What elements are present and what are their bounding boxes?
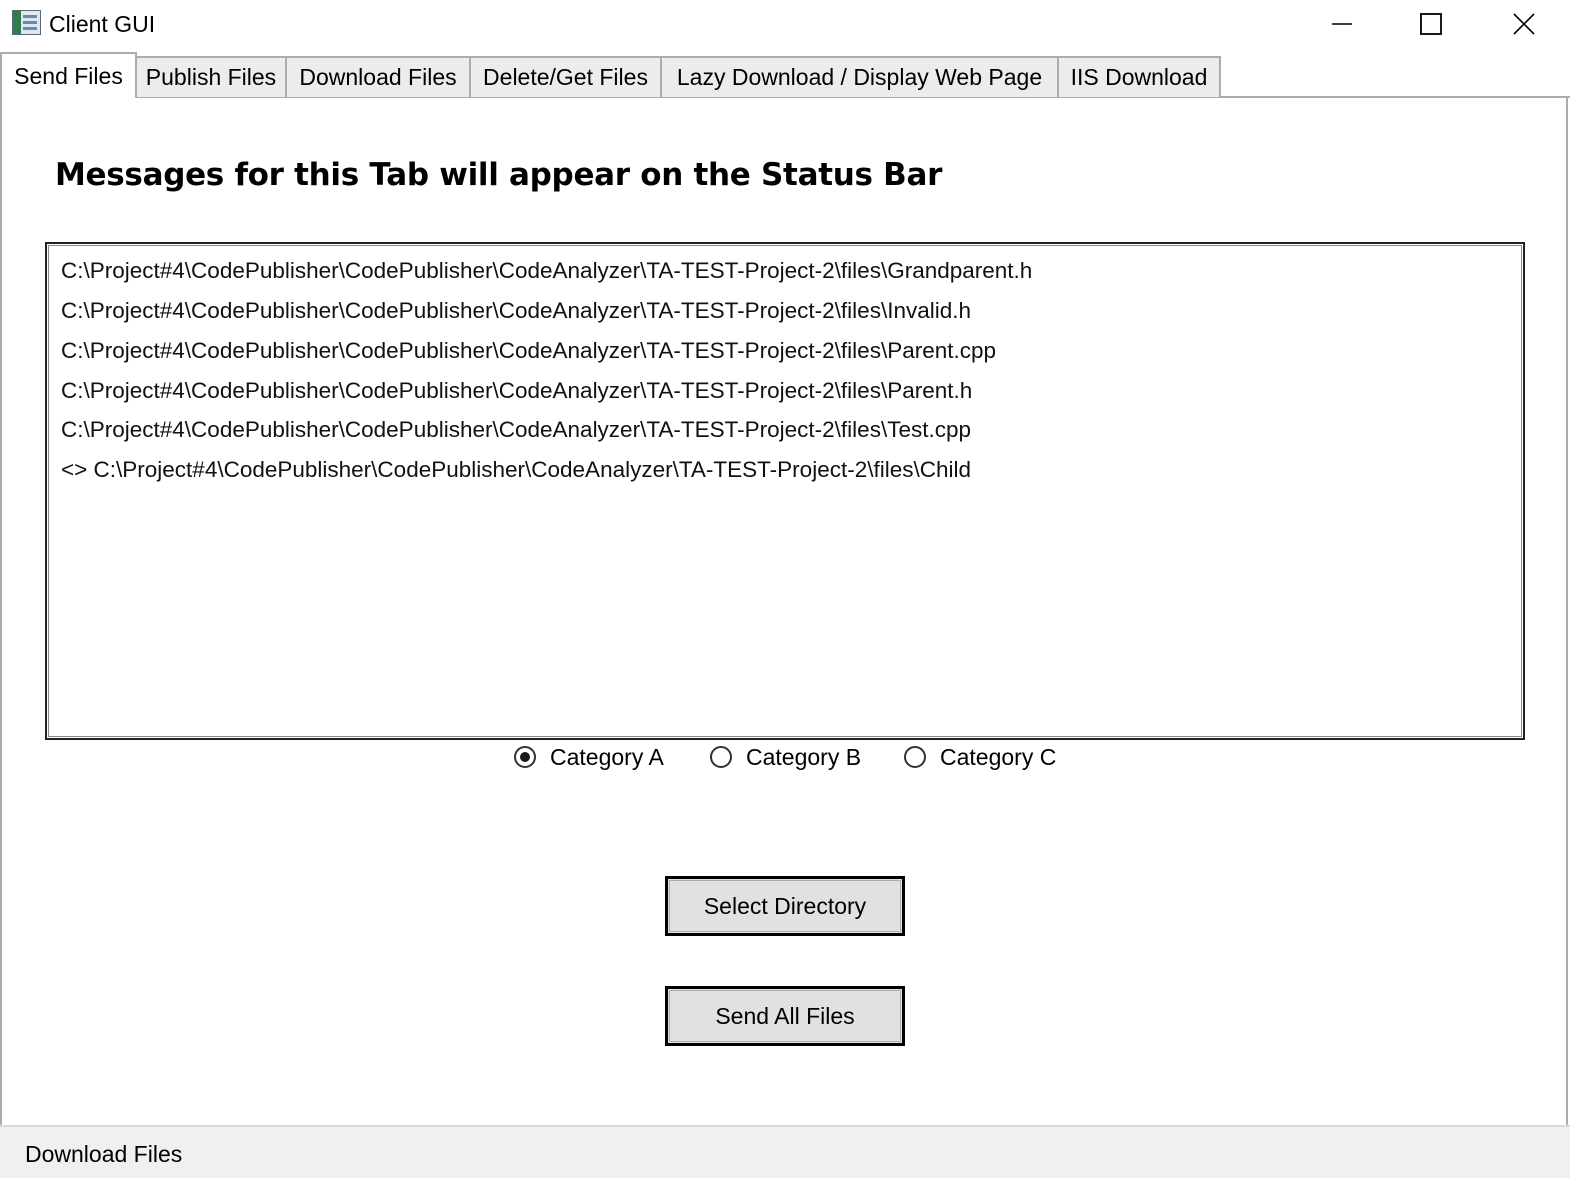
radio-category-a[interactable]: Category A — [514, 740, 664, 774]
close-icon — [1513, 13, 1535, 35]
tab-download-files[interactable]: Download Files — [285, 56, 471, 97]
list-item[interactable]: C:\Project#4\CodePublisher\CodePublisher… — [61, 331, 996, 371]
list-item[interactable]: C:\Project#4\CodePublisher\CodePublisher… — [61, 410, 971, 450]
radio-category-b[interactable]: Category B — [710, 740, 861, 774]
tab-delete-get-files[interactable]: Delete/Get Files — [469, 56, 662, 97]
select-directory-button[interactable]: Select Directory — [665, 876, 905, 936]
list-item[interactable]: <> C:\Project#4\CodePublisher\CodePublis… — [61, 450, 971, 490]
list-item[interactable]: C:\Project#4\CodePublisher\CodePublisher… — [61, 371, 972, 411]
close-button[interactable] — [1478, 0, 1570, 48]
minimize-button[interactable] — [1296, 0, 1388, 48]
file-listbox[interactable]: C:\Project#4\CodePublisher\CodePublisher… — [45, 242, 1525, 740]
send-all-files-button[interactable]: Send All Files — [665, 986, 905, 1046]
radio-unchecked-icon — [904, 746, 926, 768]
maximize-icon — [1420, 13, 1442, 35]
list-item[interactable]: C:\Project#4\CodePublisher\CodePublisher… — [61, 291, 971, 331]
status-text: Download Files — [25, 1141, 183, 1167]
radio-checked-icon — [514, 746, 536, 768]
radio-unchecked-icon — [710, 746, 732, 768]
radio-label: Category C — [940, 744, 1057, 770]
minimize-icon — [1332, 23, 1352, 25]
radio-label: Category A — [550, 744, 664, 770]
category-radio-group: Category A Category B Category C — [0, 740, 1570, 774]
radio-label: Category B — [746, 744, 862, 770]
maximize-button[interactable] — [1385, 0, 1477, 48]
app-window-icon — [12, 10, 41, 35]
tab-publish-files[interactable]: Publish Files — [135, 56, 287, 97]
tab-send-files[interactable]: Send Files — [0, 52, 137, 98]
tab-lazy-download[interactable]: Lazy Download / Display Web Page — [660, 56, 1059, 97]
window-title: Client GUI — [49, 11, 156, 37]
status-bar: Download Files — [0, 1125, 1570, 1178]
radio-category-c[interactable]: Category C — [904, 740, 1056, 774]
tab-iis-download[interactable]: IIS Download — [1057, 56, 1221, 97]
page-heading: Messages for this Tab will appear on the… — [55, 157, 943, 193]
list-item[interactable]: C:\Project#4\CodePublisher\CodePublisher… — [61, 251, 1032, 291]
title-bar: Client GUI — [0, 0, 1570, 48]
